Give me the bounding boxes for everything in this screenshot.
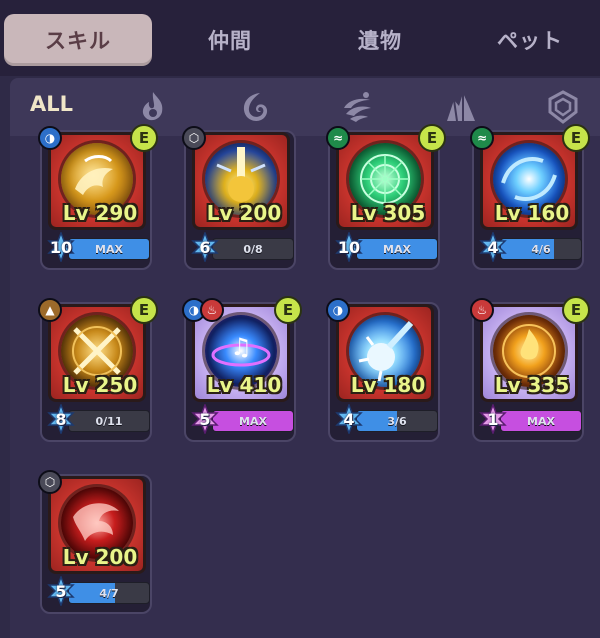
- shield-element-icon: ⬡: [38, 470, 62, 494]
- wind-element-icon[interactable]: [338, 88, 376, 126]
- skill-level: Lv 200: [206, 201, 282, 225]
- equipped-badge: E: [562, 296, 590, 324]
- shield-element-icon: ⬡: [182, 126, 206, 150]
- svg-text:♫: ♫: [230, 333, 252, 361]
- skill-progress-bar: 0/8: [212, 238, 294, 260]
- skill-icon-frame: Lv 160: [480, 132, 578, 230]
- skill-level: Lv 250: [62, 373, 138, 397]
- star-rank-badge: 4: [478, 230, 508, 264]
- skill-progress-bar: 0/11: [68, 410, 150, 432]
- water-element-icon: ◑: [38, 126, 62, 150]
- skill-icon-frame: Lv 200: [48, 476, 146, 574]
- skill-icon-frame: Lv 180: [336, 304, 434, 402]
- skill-card[interactable]: Lv 180 ◑ 3/6 4: [326, 298, 440, 442]
- wind-element-icon: ≈: [326, 126, 350, 150]
- skill-progress-bar: 4/6: [500, 238, 582, 260]
- skill-level: Lv 335: [494, 373, 570, 397]
- tab-skill[interactable]: スキル: [4, 14, 152, 66]
- star-rank-value: 6: [199, 237, 211, 257]
- equipped-badge: E: [562, 124, 590, 152]
- water-element-icon: ◑: [326, 298, 350, 322]
- skill-icon-frame: Lv 200: [192, 132, 290, 230]
- equipped-badge: E: [130, 296, 158, 324]
- star-rank-value: 10: [337, 237, 361, 257]
- skill-level: Lv 200: [62, 545, 138, 569]
- star-rank-badge: 10: [334, 230, 364, 264]
- fire-element-icon: ♨: [470, 298, 494, 322]
- earth-element-icon: ▲: [38, 298, 62, 322]
- equipped-badge: E: [274, 296, 302, 324]
- star-rank-badge: 1: [478, 402, 508, 436]
- skill-progress-label: 0/8: [243, 242, 263, 256]
- skill-card[interactable]: Lv 200 ⬡ 0/8 6: [182, 126, 296, 270]
- skill-progress-label: 3/6: [387, 414, 407, 428]
- star-rank-badge: 4: [334, 402, 364, 436]
- tab-relic[interactable]: 遺物: [310, 14, 450, 66]
- skill-level: Lv 305: [350, 201, 426, 225]
- equipped-badge: E: [418, 124, 446, 152]
- skill-icon-frame: Lv 335: [480, 304, 578, 402]
- skill-card[interactable]: ♫ Lv 410 ◑ ♨ E MAX 5: [182, 296, 302, 442]
- skill-progress-bar: 4/7: [68, 582, 150, 604]
- shield-element-icon[interactable]: [544, 88, 582, 126]
- skill-progress-bar: 3/6: [356, 410, 438, 432]
- star-rank-badge: 10: [46, 230, 76, 264]
- skill-progress-bar: MAX: [356, 238, 438, 260]
- skill-card[interactable]: Lv 335 ♨ E MAX 1: [470, 296, 590, 442]
- star-rank-badge: 5: [46, 574, 76, 608]
- skill-icon-frame: Lv 290: [48, 132, 146, 230]
- star-rank-badge: 5: [190, 402, 220, 436]
- element-filter-bar: ALL: [10, 78, 600, 136]
- skill-progress-label: MAX: [383, 242, 411, 256]
- skill-level: Lv 410: [206, 373, 282, 397]
- tab-companion[interactable]: 仲間: [160, 14, 300, 66]
- star-rank-badge: 8: [46, 402, 76, 436]
- skill-level: Lv 160: [494, 201, 570, 225]
- star-rank-value: 5: [55, 581, 67, 601]
- star-rank-value: 4: [487, 237, 499, 257]
- skill-icon-frame: Lv 305: [336, 132, 434, 230]
- skill-card[interactable]: Lv 160 ≈ E 4/6 4: [470, 124, 590, 270]
- skill-progress-label: 0/11: [95, 414, 123, 428]
- earth-element-icon[interactable]: [442, 88, 480, 126]
- star-rank-value: 5: [199, 409, 211, 429]
- fire-element-icon: ♨: [200, 298, 224, 322]
- star-rank-value: 1: [487, 409, 499, 429]
- skill-progress-bar: MAX: [212, 410, 294, 432]
- star-rank-value: 10: [49, 237, 73, 257]
- star-rank-badge: 6: [190, 230, 220, 264]
- skill-progress-label: 4/6: [531, 242, 551, 256]
- skill-progress-label: MAX: [527, 414, 555, 428]
- star-rank-value: 4: [343, 409, 355, 429]
- skill-card[interactable]: Lv 200 ⬡ 4/7 5: [38, 470, 152, 614]
- skill-progress-bar: MAX: [68, 238, 150, 260]
- skill-progress-label: MAX: [95, 242, 123, 256]
- skill-progress-label: MAX: [239, 414, 267, 428]
- skill-level: Lv 180: [350, 373, 426, 397]
- skill-card[interactable]: Lv 250 ▲ E 0/11 8: [38, 296, 158, 442]
- skill-grid: Lv 290 ◑ E MAX 10 Lv 200 ⬡ 0/8 6 Lv 305 …: [10, 124, 600, 638]
- skill-card[interactable]: Lv 305 ≈ E MAX 10: [326, 124, 446, 270]
- skill-progress-label: 4/7: [99, 586, 119, 600]
- star-rank-value: 8: [55, 409, 67, 429]
- water-element-icon[interactable]: [236, 88, 274, 126]
- skill-icon-frame: Lv 250: [48, 304, 146, 402]
- equipped-badge: E: [130, 124, 158, 152]
- filter-all-button[interactable]: ALL: [30, 92, 73, 116]
- tab-pet[interactable]: ペット: [460, 14, 600, 66]
- wind-element-icon: ≈: [470, 126, 494, 150]
- category-tab-bar: スキル 仲間 遺物 ペット: [0, 0, 600, 76]
- skill-card[interactable]: Lv 290 ◑ E MAX 10: [38, 124, 158, 270]
- skill-level: Lv 290: [62, 201, 138, 225]
- skill-progress-bar: MAX: [500, 410, 582, 432]
- fire-element-icon[interactable]: [134, 88, 172, 126]
